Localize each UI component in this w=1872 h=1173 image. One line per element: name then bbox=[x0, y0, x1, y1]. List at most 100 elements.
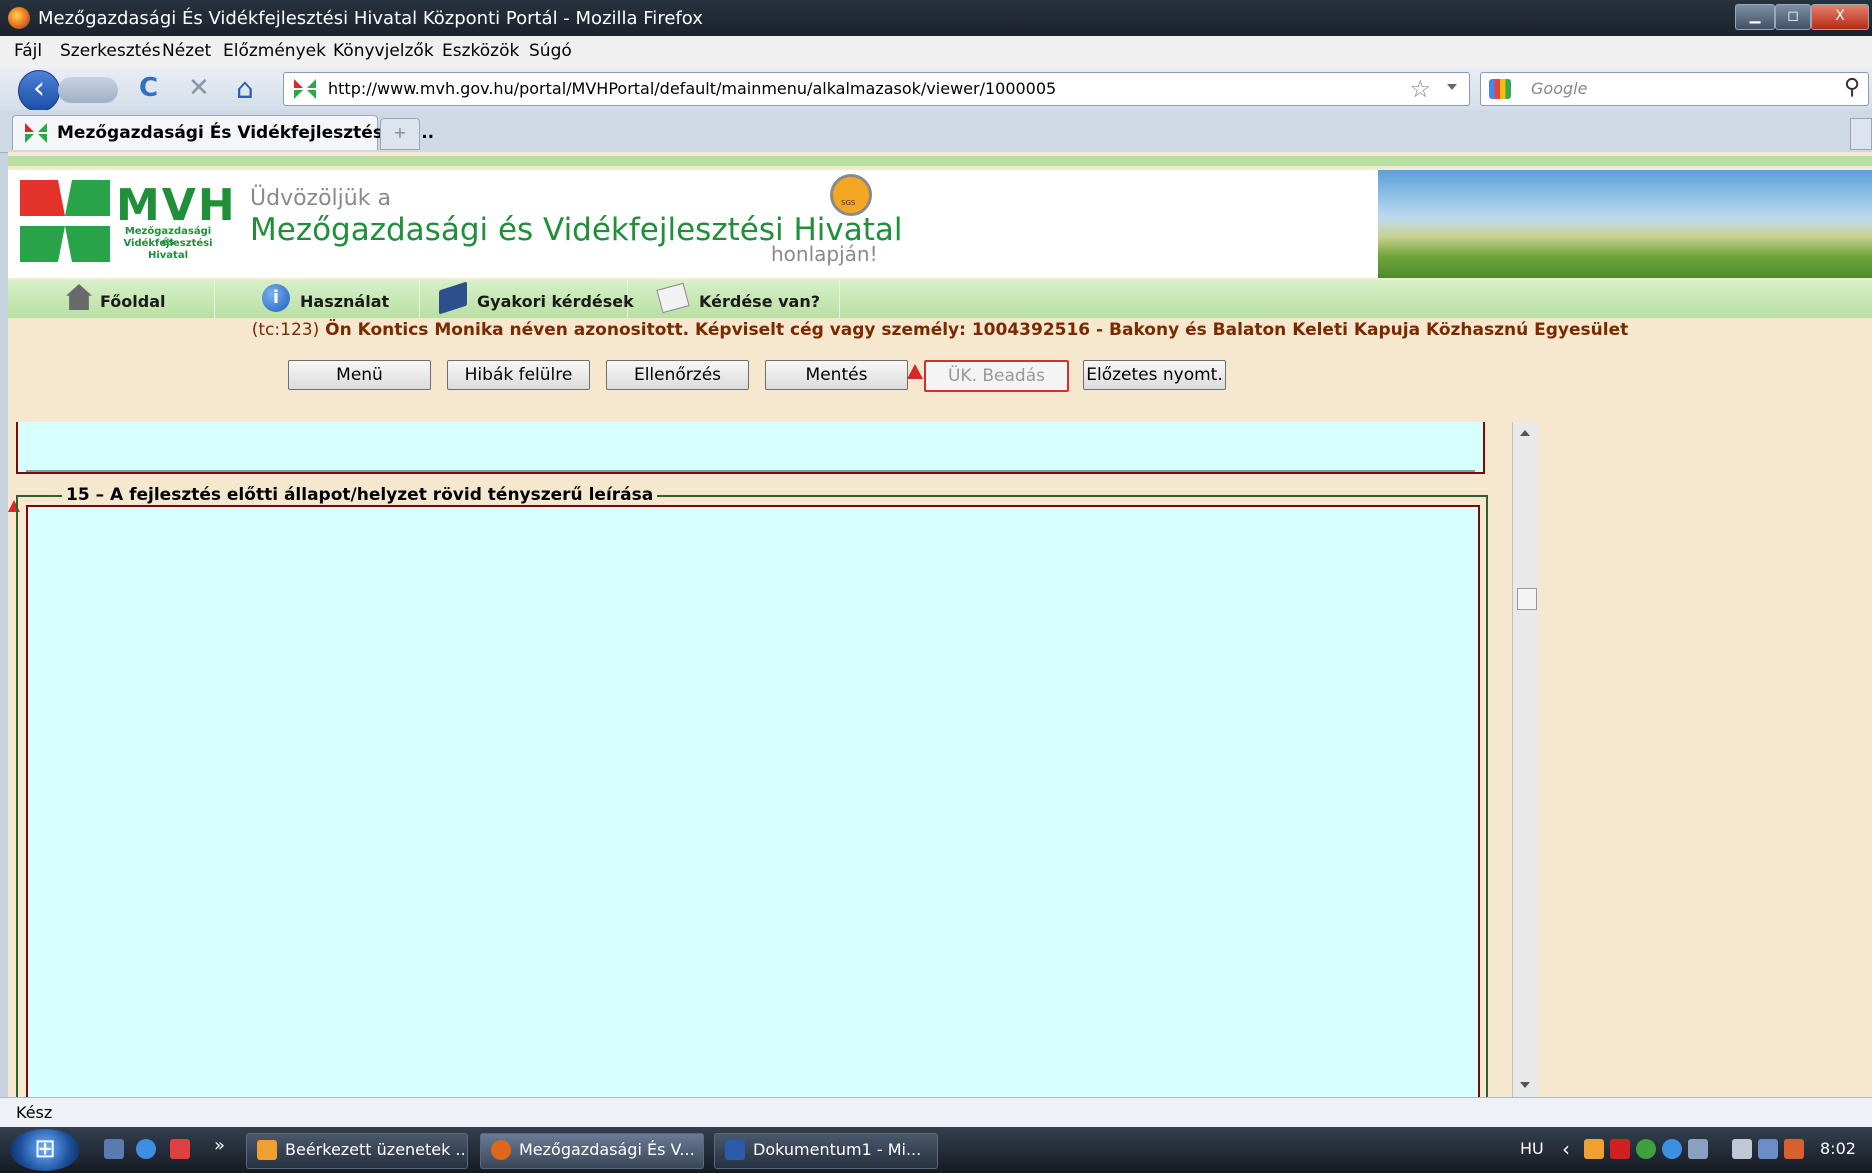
tray-bluetooth-icon[interactable] bbox=[1662, 1139, 1682, 1159]
welcome-line-3: honlapján! bbox=[771, 242, 878, 266]
window-title-bar: Mezőgazdasági És Vidékfejlesztési Hivata… bbox=[0, 0, 1872, 36]
site-header: MVH Mezőgazdasági és Vidékfejlesztési Hi… bbox=[8, 170, 1872, 278]
status-bar: Kész bbox=[0, 1097, 1872, 1128]
form-scrollbar[interactable] bbox=[1512, 422, 1539, 1097]
check-button[interactable]: Ellenőrzés bbox=[606, 360, 749, 390]
clock[interactable]: 8:02 bbox=[1820, 1139, 1856, 1158]
nav-question[interactable]: Kérdése van? bbox=[627, 280, 840, 318]
sgs-certification-icon: SGS bbox=[830, 174, 872, 216]
menu-view[interactable]: Nézet bbox=[162, 41, 211, 61]
search-icon[interactable]: ⚲ bbox=[1844, 75, 1860, 100]
menu-bookmarks[interactable]: Könyvjelzők bbox=[333, 41, 434, 61]
landscape-banner-image bbox=[1378, 170, 1872, 278]
new-tab-button[interactable]: + bbox=[380, 118, 420, 150]
nav-home[interactable]: Főoldal bbox=[8, 280, 215, 318]
menu-button[interactable]: Menü bbox=[288, 360, 431, 390]
section-15-fieldset: 15 – A fejlesztés előtti állapot/helyzet… bbox=[16, 485, 1488, 1097]
menu-edit[interactable]: Szerkesztés bbox=[60, 41, 161, 61]
stop-button[interactable]: ✕ bbox=[188, 73, 210, 103]
search-input[interactable]: Google bbox=[1531, 79, 1587, 98]
search-engine-icon[interactable] bbox=[1489, 79, 1511, 99]
nav-faq[interactable]: Gyakori kérdések bbox=[419, 280, 634, 318]
status-text: Kész bbox=[16, 1103, 53, 1122]
word-icon bbox=[725, 1140, 745, 1160]
info-icon: i bbox=[262, 284, 290, 312]
menu-file[interactable]: Fájl bbox=[14, 41, 42, 61]
bookmark-star-icon[interactable]: ☆ bbox=[1409, 75, 1431, 103]
tray-display-icon[interactable] bbox=[1688, 1139, 1708, 1159]
page-content: MVH Mezőgazdasági és Vidékfejlesztési Hi… bbox=[8, 152, 1872, 1097]
reload-button[interactable]: C bbox=[139, 73, 158, 103]
logo-subtitle-3: Hivatal bbox=[147, 250, 189, 261]
task-word[interactable]: Dokumentum1 - Mi... bbox=[714, 1133, 938, 1169]
menu-tools[interactable]: Eszközök bbox=[442, 41, 519, 61]
tray-volume-icon[interactable] bbox=[1784, 1139, 1804, 1159]
start-button[interactable]: ⊞ bbox=[10, 1129, 80, 1171]
nav-home-label: Főoldal bbox=[100, 292, 166, 311]
tray-mail-icon[interactable] bbox=[1584, 1139, 1604, 1159]
preliminary-print-button[interactable]: Előzetes nyomt. bbox=[1083, 360, 1226, 390]
tab-favicon-icon bbox=[25, 123, 47, 143]
top-navigation: Főoldal i Használat Gyakori kérdések Kér… bbox=[8, 280, 1872, 318]
warning-icon bbox=[907, 364, 923, 379]
menu-bar: Fájl Szerkesztés Nézet Előzmények Könyvj… bbox=[0, 36, 1872, 68]
book-icon bbox=[439, 281, 467, 315]
nav-usage-label: Használat bbox=[300, 292, 390, 311]
show-desktop-icon[interactable] bbox=[104, 1139, 124, 1159]
outlook-icon bbox=[257, 1140, 277, 1160]
url-dropdown-icon[interactable] bbox=[1447, 84, 1457, 90]
tab-label: Mezőgazdasági És Vidékfejlesztési Hi... bbox=[57, 123, 435, 143]
welcome-line-1: Üdvözöljük a bbox=[250, 186, 391, 211]
navigation-toolbar: ‹ C ✕ ⌂ http://www.mvh.gov.hu/portal/MVH… bbox=[0, 68, 1872, 112]
tray-network-icon[interactable] bbox=[1758, 1139, 1778, 1159]
nav-question-label: Kérdése van? bbox=[699, 292, 821, 311]
pencil-note-icon bbox=[656, 282, 690, 314]
mvh-logo-icon bbox=[20, 176, 110, 266]
back-button[interactable]: ‹ bbox=[18, 70, 60, 112]
home-button[interactable]: ⌂ bbox=[236, 72, 254, 105]
menu-history[interactable]: Előzmények bbox=[223, 41, 326, 61]
scroll-thumb[interactable] bbox=[1517, 588, 1537, 610]
site-favicon-icon bbox=[294, 79, 316, 99]
save-button[interactable]: Mentés bbox=[765, 360, 908, 390]
forward-button[interactable] bbox=[58, 77, 118, 103]
task-outlook-label: Beérkezett üzenetek ... bbox=[285, 1140, 468, 1159]
internet-explorer-icon[interactable] bbox=[136, 1139, 156, 1159]
acrobat-icon[interactable] bbox=[170, 1139, 190, 1159]
close-window-button[interactable]: X bbox=[1811, 4, 1869, 30]
section-15-number: 15 bbox=[66, 485, 90, 505]
previous-field-textarea[interactable] bbox=[26, 422, 1475, 472]
windows-taskbar: ⊞ » Beérkezett üzenetek ... Mezőgazdaság… bbox=[0, 1127, 1872, 1173]
user-identity-text: Ön Kontics Monika néven azonositott. Kép… bbox=[319, 320, 1629, 340]
tab-list-button[interactable] bbox=[1850, 118, 1872, 150]
maximize-button[interactable]: ◻ bbox=[1775, 4, 1811, 30]
url-bar[interactable]: http://www.mvh.gov.hu/portal/MVHPortal/d… bbox=[283, 72, 1470, 106]
language-indicator[interactable]: HU bbox=[1520, 1139, 1544, 1158]
tray-update-icon[interactable] bbox=[1636, 1139, 1656, 1159]
tray-expand-icon[interactable]: ‹ bbox=[1562, 1137, 1570, 1161]
task-firefox[interactable]: Mezőgazdasági És V... bbox=[480, 1133, 704, 1169]
firefox-task-icon bbox=[491, 1140, 511, 1160]
user-info-line: (tc:123) Ön Kontics Monika néven azonosi… bbox=[8, 320, 1872, 340]
window-title: Mezőgazdasági És Vidékfejlesztési Hivata… bbox=[38, 8, 703, 29]
url-text: http://www.mvh.gov.hu/portal/MVHPortal/d… bbox=[328, 79, 1057, 98]
errors-to-top-button[interactable]: Hibák felülre bbox=[447, 360, 590, 390]
menu-help[interactable]: Súgó bbox=[529, 41, 572, 61]
tab-mvh[interactable]: Mezőgazdasági És Vidékfejlesztési Hi... bbox=[12, 115, 434, 150]
nav-usage[interactable]: i Használat bbox=[214, 280, 420, 318]
logo-text: MVH bbox=[116, 180, 237, 231]
form-area: 15 – A fejlesztés előtti állapot/helyzet… bbox=[8, 422, 1512, 1097]
logo-subtitle-2: Vidékfejlesztési bbox=[123, 238, 213, 249]
task-outlook[interactable]: Beérkezett üzenetek ... bbox=[246, 1133, 468, 1169]
search-box[interactable]: Google ⚲ bbox=[1480, 72, 1869, 106]
tray-ati-icon[interactable] bbox=[1610, 1139, 1630, 1159]
minimize-button[interactable]: ▁ bbox=[1735, 4, 1775, 30]
scroll-up-icon[interactable] bbox=[1520, 430, 1530, 436]
section-15-textarea[interactable] bbox=[26, 505, 1480, 1097]
quicklaunch-overflow-icon[interactable]: » bbox=[214, 1135, 225, 1156]
submit-button[interactable]: ÜK. Beadás bbox=[924, 360, 1069, 392]
scroll-down-icon[interactable] bbox=[1520, 1082, 1530, 1088]
home-icon bbox=[66, 284, 92, 310]
tab-bar: Mezőgazdasági És Vidékfejlesztési Hi... … bbox=[0, 110, 1872, 153]
tray-power-icon[interactable] bbox=[1732, 1139, 1752, 1159]
